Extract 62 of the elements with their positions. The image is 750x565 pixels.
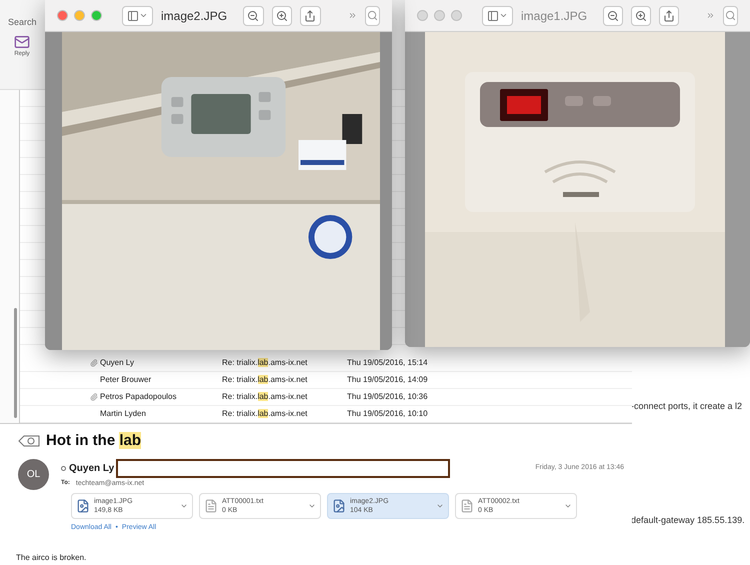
search-button[interactable]: [365, 6, 380, 26]
sidebar-toggle[interactable]: [122, 6, 153, 26]
caret-icon[interactable]: [308, 502, 316, 510]
caret-icon[interactable]: [436, 502, 444, 510]
zoom-in-button[interactable]: [272, 6, 292, 26]
window-control[interactable]: [91, 10, 102, 21]
message-subject: Re: trialix.lab.ams-ix.net: [222, 392, 308, 401]
text-line: default-gateway 185.55.139.: [631, 514, 746, 527]
message-subject: Re: trialix.lab.ams-ix.net: [222, 409, 308, 418]
text-file-icon: [204, 499, 218, 513]
message-row[interactable]: Petros Papadopoulos Re: trialix.lab.ams-ix.net Thu 19/05/2016, 10:36: [20, 389, 632, 406]
sender-name: Martin Lyden: [100, 408, 147, 420]
window-title: image2.JPG: [161, 8, 228, 24]
text-line: -connect ports, it create a l2: [631, 400, 744, 413]
image-file-icon: [332, 499, 346, 513]
sender-name: Quyen Ly: [100, 357, 135, 369]
message-date: Thu 19/05/2016, 14:09: [347, 374, 428, 386]
avatar: OL: [18, 458, 49, 490]
search-button[interactable]: [723, 6, 738, 26]
image-file-icon: [76, 499, 90, 513]
search-icon: [725, 10, 736, 21]
share-button[interactable]: [300, 6, 321, 26]
email-title: Hot in the lab: [46, 431, 142, 451]
zoom-out-icon: [247, 10, 260, 22]
share-icon: [663, 10, 676, 22]
zoom-out-button[interactable]: [603, 6, 624, 26]
message-date: Thu 19/05/2016, 10:10: [347, 408, 428, 420]
tag-icon: [18, 435, 40, 448]
zoom-in-button[interactable]: [631, 6, 652, 26]
message-row[interactable]: Quyen Ly Re: trialix.lab.ams-ix.net Thu 19/05/2016, 15:14: [20, 355, 632, 372]
caret-icon[interactable]: [564, 502, 572, 510]
email-body: The airco is broken.: [16, 552, 88, 564]
zoom-in-icon: [276, 10, 288, 22]
sidebar-toggle[interactable]: [482, 6, 513, 26]
sender-name: Peter Brouwer: [100, 374, 152, 386]
caret-icon[interactable]: [180, 502, 188, 510]
caret-icon: [139, 11, 148, 20]
sender-name: Petros Papadopoulos: [100, 391, 178, 403]
message-row[interactable]: Martin Lyden Re: trialix.lab.ams-ix.net Thu 19/05/2016, 10:10: [20, 406, 632, 423]
message-row[interactable]: Peter Brouwer Re: trialix.lab.ams-ix.net Thu 19/05/2016, 14:09: [20, 372, 632, 389]
share-button[interactable]: [659, 6, 680, 26]
search-icon: [367, 10, 378, 21]
paperclip-icon: [90, 393, 98, 401]
sidebar-icon: [127, 10, 139, 22]
zoom-out-button[interactable]: [243, 6, 264, 26]
text-file-icon: [460, 499, 474, 513]
message-date: Thu 19/05/2016, 10:36: [347, 391, 428, 403]
sidebar-icon: [487, 10, 499, 22]
zoom-out-icon: [607, 10, 620, 22]
paperclip-icon: [90, 359, 98, 367]
zoom-in-icon: [635, 10, 648, 22]
message-subject: Re: trialix.lab.ams-ix.net: [222, 375, 308, 384]
message-date: Thu 19/05/2016, 15:14: [347, 357, 428, 369]
message-subject: Re: trialix.lab.ams-ix.net: [222, 358, 308, 367]
scrollbar-thumb[interactable]: [14, 308, 17, 418]
window-control[interactable]: [57, 10, 68, 21]
envelope-icon: [14, 34, 30, 50]
share-icon: [304, 10, 316, 22]
search-tab[interactable]: Search: [8, 16, 37, 30]
caret-icon: [499, 11, 508, 20]
sender-name: Quyen Ly: [69, 462, 114, 476]
window-title: image1.JPG: [521, 8, 588, 24]
